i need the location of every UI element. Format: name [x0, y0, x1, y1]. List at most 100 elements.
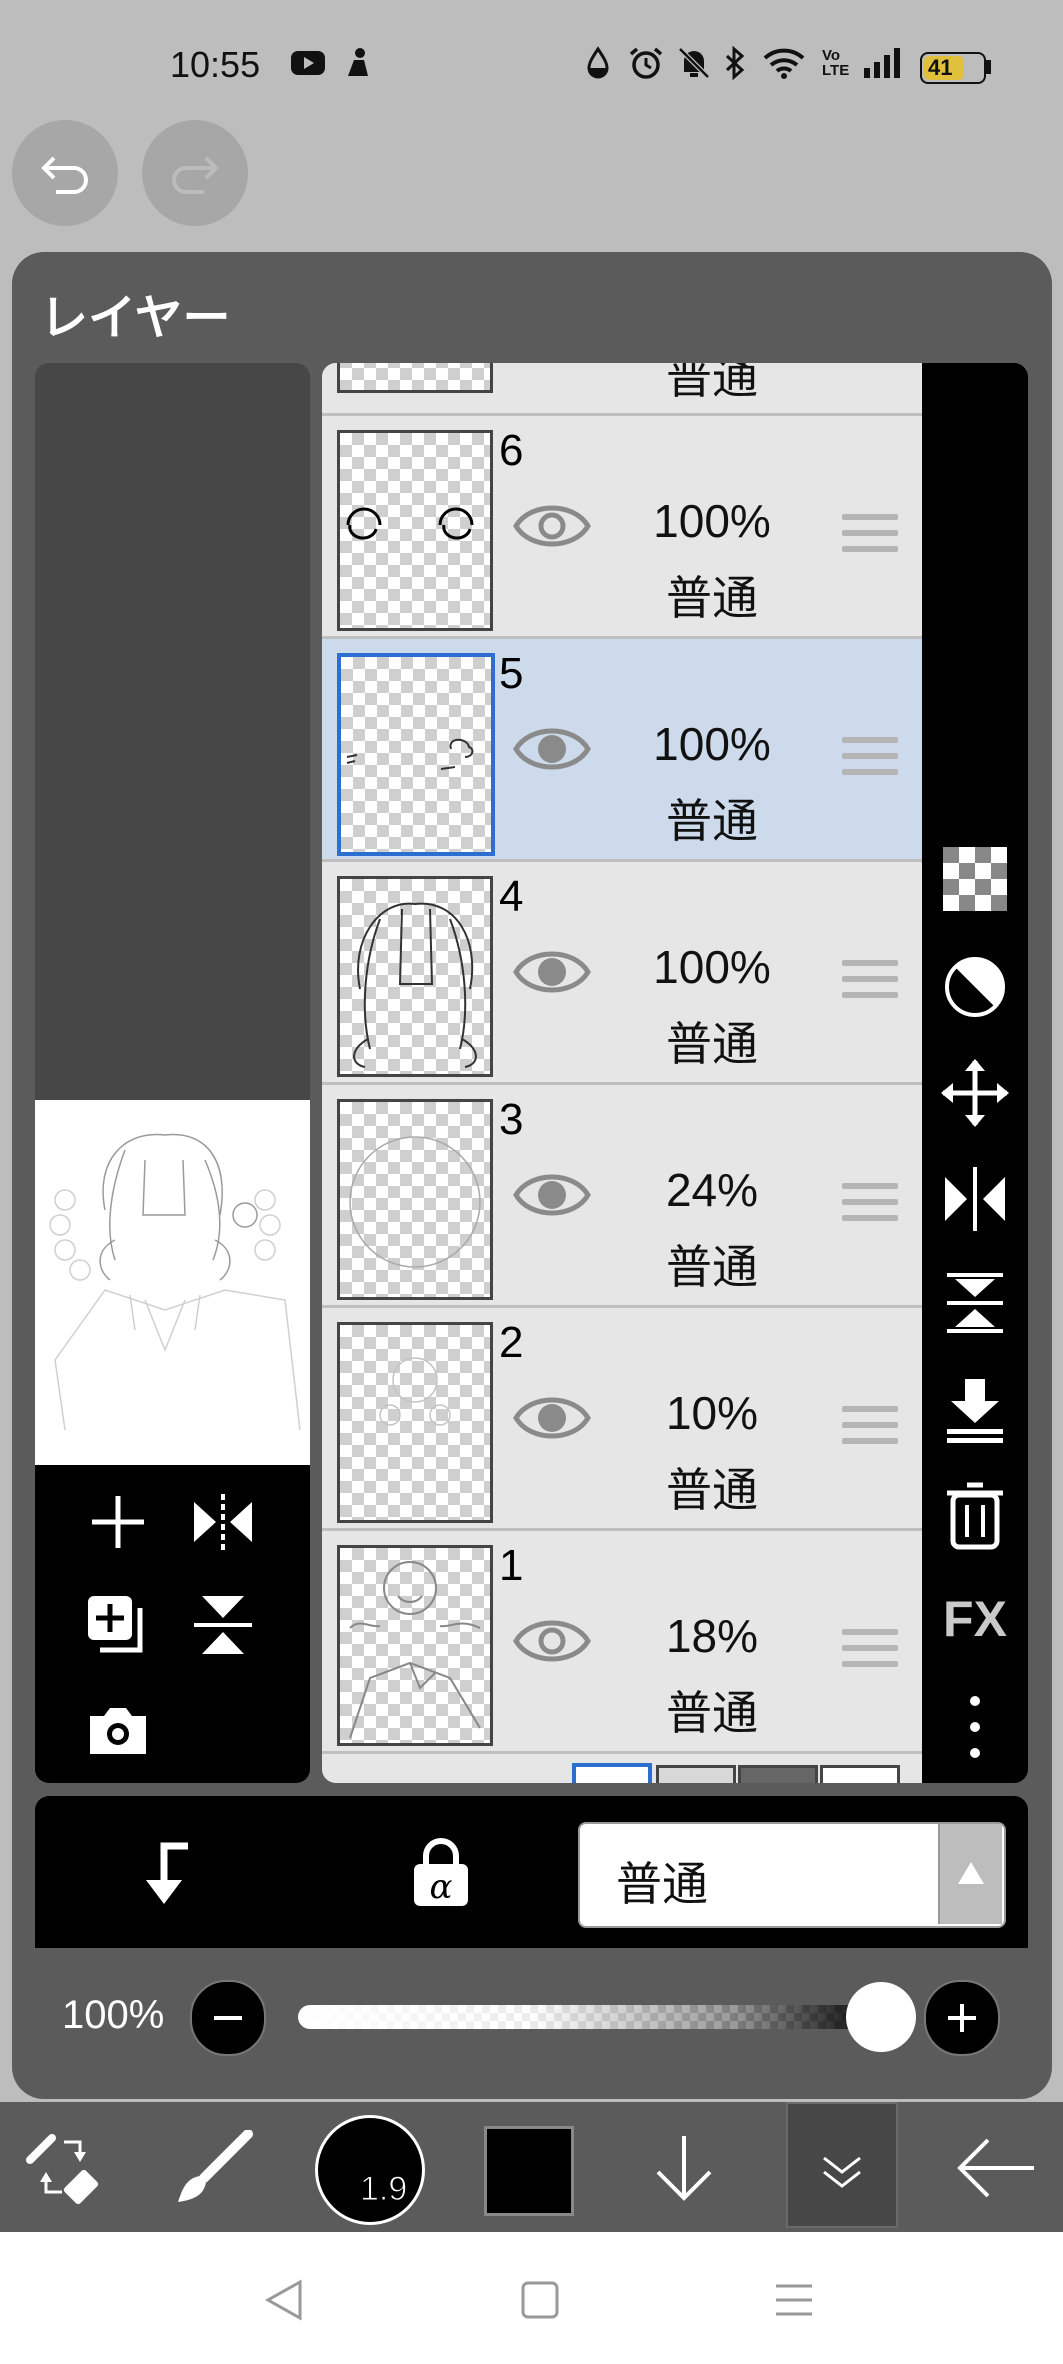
opacity-slider-knob[interactable] [846, 1982, 916, 2052]
visibility-eye-icon[interactable] [512, 1390, 592, 1446]
layer-opacity: 100% [653, 495, 771, 547]
layer-number: 6 [499, 426, 524, 475]
layer-row-2[interactable]: 2 10% 普通 [322, 1308, 922, 1531]
layer-opacity: 10% [665, 1387, 759, 1439]
move-icon[interactable] [939, 1057, 1011, 1129]
camera-icon[interactable] [86, 1702, 150, 1758]
layer-row-4[interactable]: 4 100% 普通 [322, 862, 922, 1085]
opacity-slider[interactable] [298, 2005, 882, 2029]
bg-swatch-dark[interactable] [738, 1765, 818, 1783]
layer-row-6[interactable]: 6 100% 普通 [322, 416, 922, 639]
layer-row-partial[interactable]: 普通 [322, 363, 922, 416]
undo-button[interactable] [12, 120, 118, 226]
layer-number: 1 [499, 1541, 524, 1590]
visibility-eye-icon[interactable] [512, 721, 592, 777]
mute-icon [678, 47, 710, 79]
flip-horizontal-icon[interactable] [190, 1490, 256, 1554]
bg-swatch-checker[interactable] [656, 1765, 736, 1783]
layer-thumbnail [337, 1322, 493, 1523]
battery-icon: 41 [920, 52, 986, 84]
layer-blend-mode: 普通 [666, 1241, 758, 1293]
drag-handle-icon[interactable] [842, 514, 898, 558]
layer-blend-mode: 普通 [666, 1018, 758, 1070]
drag-handle-icon[interactable] [842, 960, 898, 1004]
svg-text:α: α [430, 1867, 453, 1907]
layer-number: 3 [499, 1095, 524, 1144]
fx-button[interactable]: FX [922, 1590, 1028, 1648]
drag-handle-icon[interactable] [842, 1406, 898, 1450]
transparency-checker-icon[interactable] [939, 843, 1011, 915]
drag-handle-icon[interactable] [842, 1629, 898, 1673]
opacity-increase-button[interactable] [924, 1980, 1000, 2056]
layer-thumbnail [337, 653, 495, 856]
clipping-icon[interactable] [140, 1840, 200, 1906]
layer-opacity: 100% [653, 941, 771, 993]
brush-size-value: 1.9 [359, 2170, 408, 2209]
layer-thumbnail [337, 876, 493, 1077]
battery-percent: 41 [928, 55, 953, 80]
bg-swatch-none[interactable] [820, 1765, 900, 1783]
visibility-eye-icon[interactable] [512, 1167, 592, 1223]
alarm-icon [629, 47, 663, 79]
more-options-icon[interactable] [939, 1691, 1011, 1763]
status-time: 10:55 [170, 44, 261, 85]
arrow-down-icon[interactable] [648, 2132, 720, 2204]
brush-eraser-switch-icon[interactable] [24, 2130, 104, 2206]
alpha-lock-icon[interactable]: α [410, 1838, 472, 1908]
drag-handle-icon[interactable] [842, 737, 898, 781]
layer-opacity: 18% [665, 1610, 759, 1662]
visibility-eye-icon[interactable] [512, 944, 592, 1000]
panel-title: レイヤー [40, 292, 231, 345]
layer-thumbnail [337, 1099, 493, 1300]
system-nav-bar [0, 2232, 1063, 2364]
layer-number: 2 [499, 1318, 524, 1367]
layer-blend-mode: 普通 [666, 1687, 758, 1739]
bluetooth-icon [725, 46, 745, 80]
layer-list: 普通 6 100% 普通 5 100% 普通 4 100% 普通 3 24% 普… [322, 363, 922, 1783]
collapse-panel-button[interactable] [786, 2102, 898, 2228]
layer-blend-mode: 普通 [666, 1464, 758, 1516]
brush-size-button[interactable]: 1.9 [318, 2118, 422, 2222]
battery-tip [986, 60, 991, 74]
nav-menu-icon[interactable] [774, 2282, 814, 2318]
undo-icon [41, 156, 88, 194]
brush-icon[interactable] [174, 2130, 254, 2206]
layer-opacity: 24% [665, 1164, 759, 1216]
drag-handle-icon[interactable] [842, 1183, 898, 1227]
wifi-icon [763, 48, 805, 79]
visibility-eye-icon[interactable] [512, 1613, 592, 1669]
add-layer-icon[interactable] [86, 1490, 150, 1554]
layer-opacity: 100% [653, 718, 771, 770]
status-bar: 10:55 Vo LTE 41 [0, 0, 1063, 120]
blend-mode-value: 普通 [616, 1858, 708, 1910]
layer-number: 4 [499, 872, 524, 921]
layer-row-3[interactable]: 3 24% 普通 [322, 1085, 922, 1308]
bottom-toolbar: 1.9 [0, 2102, 1063, 2232]
duplicate-layer-icon[interactable] [84, 1592, 150, 1658]
back-arrow-icon[interactable] [954, 2136, 1038, 2200]
plus-icon [948, 2004, 976, 2032]
canvas-preview[interactable] [35, 1100, 310, 1465]
invert-icon[interactable] [939, 951, 1011, 1023]
nav-back-icon[interactable] [264, 2278, 304, 2322]
nav-home-icon[interactable] [520, 2280, 560, 2320]
flip-vertical-icon[interactable] [190, 1592, 256, 1658]
delete-icon[interactable] [939, 1479, 1011, 1551]
merge-down-icon[interactable] [939, 1373, 1011, 1445]
flip-vertical-icon[interactable] [939, 1267, 1011, 1339]
layer-blend-mode: 普通 [666, 572, 758, 624]
color-swatch[interactable] [484, 2126, 574, 2216]
opacity-decrease-button[interactable] [190, 1980, 266, 2056]
volte-icon: Vo LTE [822, 47, 850, 79]
background-row[interactable] [322, 1755, 922, 1783]
opacity-label: 100% [62, 1993, 165, 2037]
drop-icon [587, 46, 609, 79]
layer-row-5[interactable]: 5 100% 普通 [322, 639, 922, 862]
flip-horizontal-icon[interactable] [939, 1163, 1011, 1235]
bg-swatch-white[interactable] [572, 1763, 652, 1783]
redo-button[interactable] [142, 120, 248, 226]
layer-thumbnail [337, 430, 493, 631]
visibility-eye-icon[interactable] [512, 498, 592, 554]
layer-row-1[interactable]: 1 18% 普通 [322, 1531, 922, 1754]
blend-dropdown-button[interactable] [938, 1824, 1002, 1924]
